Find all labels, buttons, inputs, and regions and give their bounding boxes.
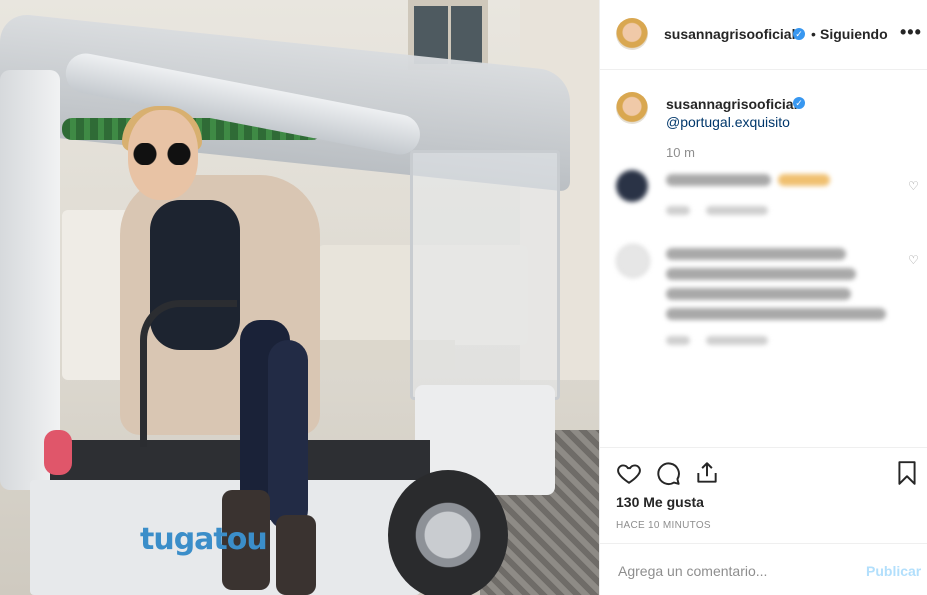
comment-input[interactable] xyxy=(616,558,850,584)
blurred-text-line xyxy=(666,248,846,260)
blurred-comment-text xyxy=(666,174,771,186)
post-actions-bar xyxy=(600,447,927,498)
author-username[interactable]: susannagrisooficial xyxy=(664,26,795,42)
sunglasses xyxy=(128,143,196,165)
add-comment-bar: Publicar xyxy=(600,543,927,595)
blurred-text-line xyxy=(706,336,768,345)
tuktuk-wheel xyxy=(388,470,508,595)
blurred-comment-meta xyxy=(666,336,690,345)
instagram-post: tugatou susannagrisooficial ✓ • Siguiend… xyxy=(0,0,927,595)
blurred-text-line xyxy=(666,308,886,320)
bookmark-icon[interactable] xyxy=(894,460,920,486)
comment-like-heart-icon[interactable]: ♡ xyxy=(908,179,919,193)
heart-icon[interactable] xyxy=(616,460,642,486)
pink-bag xyxy=(44,430,72,475)
blurred-text-line xyxy=(706,206,768,215)
blurred-comment-meta xyxy=(666,206,690,215)
verified-badge-icon: ✓ xyxy=(793,97,805,109)
blurred-text-line xyxy=(666,268,856,280)
separator-dot: • xyxy=(811,26,816,42)
post-side-panel: susannagrisooficial ✓ • Siguiendo ••• su… xyxy=(599,0,927,595)
woman-boot xyxy=(276,515,316,595)
caption-mention-link[interactable]: @portugal.exquisito xyxy=(666,114,790,130)
blurred-text-line xyxy=(666,206,690,215)
rear-curtain xyxy=(410,150,560,400)
blurred-emoji xyxy=(778,174,830,186)
comment-icon[interactable] xyxy=(655,460,681,486)
caption-avatar[interactable] xyxy=(616,92,648,124)
woman-leg xyxy=(268,340,308,530)
publish-button[interactable]: Publicar xyxy=(866,563,921,579)
share-icon[interactable] xyxy=(694,460,720,486)
following-button[interactable]: Siguiendo xyxy=(820,26,888,42)
blurred-text-line xyxy=(666,288,851,300)
seat-rail xyxy=(140,300,237,447)
caption-time: 10 m xyxy=(666,145,695,160)
blurred-reply-link xyxy=(706,206,768,215)
author-avatar[interactable] xyxy=(616,18,648,50)
blurred-comment xyxy=(616,170,648,202)
blurred-text-line xyxy=(778,174,830,186)
caption-username[interactable]: susannagrisooficial xyxy=(666,96,797,112)
more-options-icon[interactable]: ••• xyxy=(900,22,922,43)
post-photo[interactable]: tugatou xyxy=(0,0,599,595)
tuktuk-front-frame xyxy=(0,70,60,490)
verified-badge-icon: ✓ xyxy=(793,28,805,40)
tuktuk-logo-text: tugatou xyxy=(140,522,268,557)
comment-avatar xyxy=(616,244,650,278)
blurred-reply-link xyxy=(706,336,768,345)
blurred-text-line xyxy=(666,174,771,186)
comment-like-heart-icon[interactable]: ♡ xyxy=(908,253,919,267)
blurred-text-line xyxy=(666,336,690,345)
blurred-comment xyxy=(616,244,650,278)
blurred-comment-text xyxy=(666,248,886,320)
likes-count[interactable]: 130 Me gusta xyxy=(616,494,704,510)
post-header: susannagrisooficial ✓ • Siguiendo ••• xyxy=(600,0,927,70)
post-timestamp[interactable]: HACE 10 MINUTOS xyxy=(616,520,711,531)
comment-avatar xyxy=(616,170,648,202)
